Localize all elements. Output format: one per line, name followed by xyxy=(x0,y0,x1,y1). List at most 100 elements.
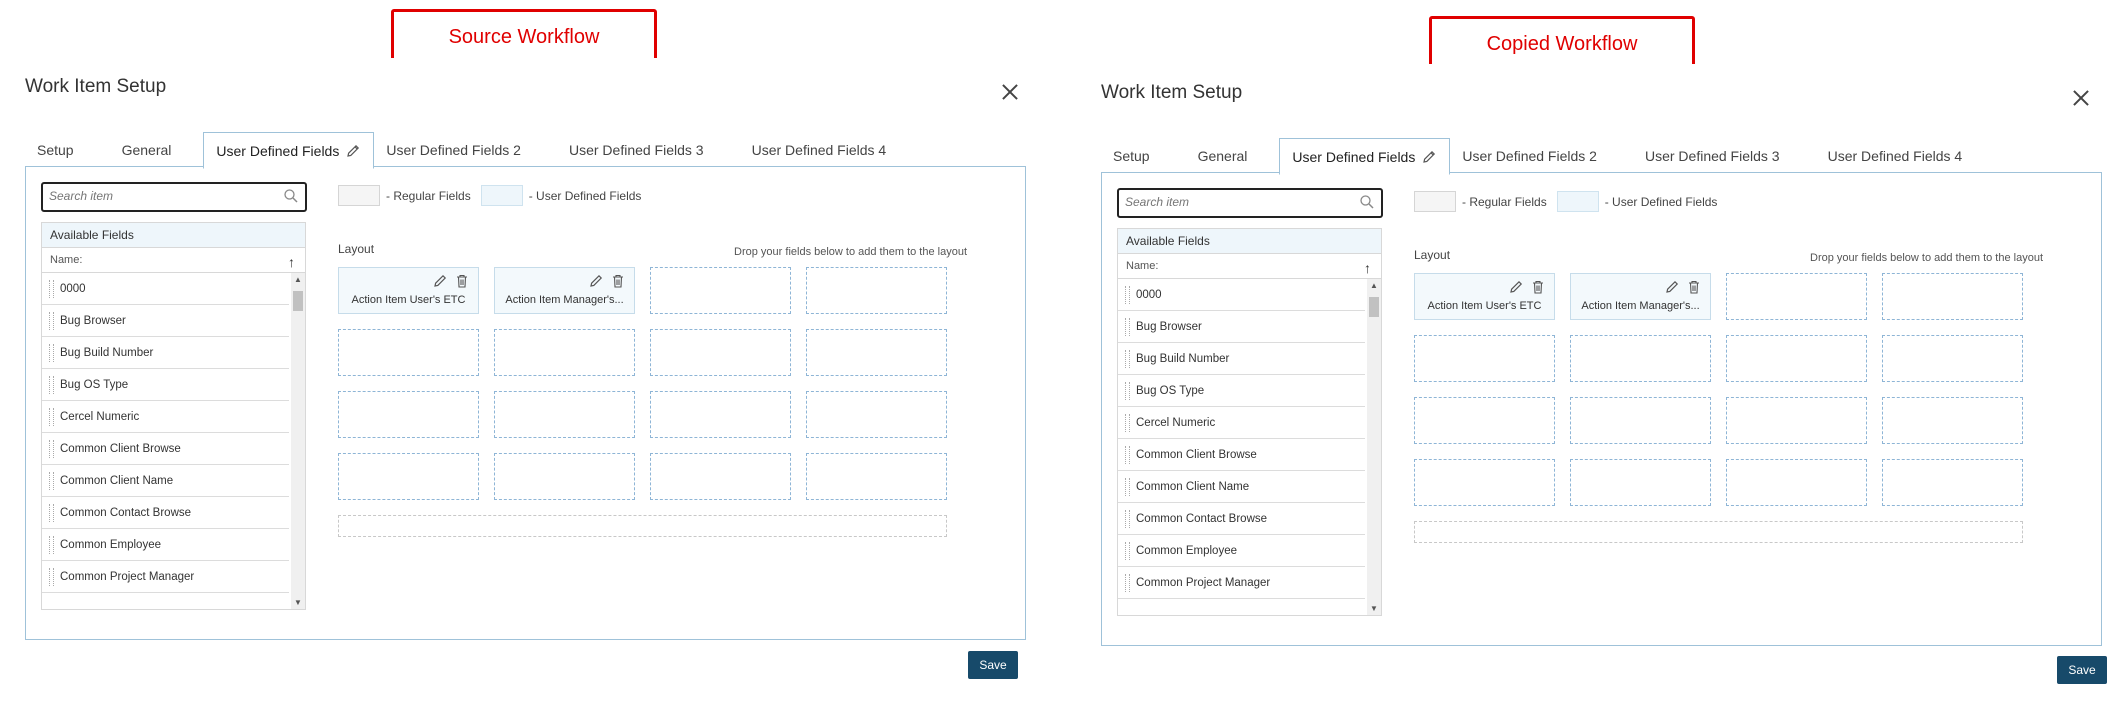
drag-handle-icon[interactable] xyxy=(1125,541,1130,560)
list-item[interactable]: Bug Browser xyxy=(1118,311,1365,343)
pencil-icon[interactable] xyxy=(432,273,448,289)
list-item[interactable]: Common Project Manager xyxy=(1118,567,1365,599)
search-input[interactable] xyxy=(1119,190,1351,214)
layout-drop-slot[interactable] xyxy=(806,391,947,438)
tab-user-defined-fields[interactable]: User Defined Fields xyxy=(1279,138,1451,175)
scroll-down-icon[interactable]: ▼ xyxy=(294,598,302,607)
scrollbar-thumb[interactable] xyxy=(1369,297,1379,317)
layout-drop-slot[interactable] xyxy=(1726,273,1867,320)
pencil-icon[interactable] xyxy=(1421,149,1437,165)
list-item[interactable]: Bug OS Type xyxy=(42,369,289,401)
layout-drop-slot[interactable] xyxy=(1882,397,2023,444)
layout-drop-slot[interactable] xyxy=(1414,397,1555,444)
search-icon[interactable] xyxy=(283,188,299,204)
list-item[interactable]: Common Client Name xyxy=(42,465,289,497)
arrow-up-icon[interactable]: ↑ xyxy=(288,250,295,274)
scrollbar-thumb[interactable] xyxy=(293,291,303,311)
tab-user-defined-fields-4[interactable]: User Defined Fields 4 xyxy=(740,142,899,168)
layout-field-card[interactable]: Action Item Manager's... xyxy=(1570,273,1711,320)
list-item[interactable]: 0000 xyxy=(1118,279,1365,311)
tab-user-defined-fields-2[interactable]: User Defined Fields 2 xyxy=(374,142,533,168)
list-item[interactable]: Common Project Manager xyxy=(42,561,289,593)
drag-handle-icon[interactable] xyxy=(1125,509,1130,528)
layout-drop-slot[interactable] xyxy=(338,453,479,500)
drag-handle-icon[interactable] xyxy=(49,535,54,554)
drag-handle-icon[interactable] xyxy=(1125,413,1130,432)
list-item[interactable]: Bug Build Number xyxy=(42,337,289,369)
layout-drop-slot[interactable] xyxy=(1882,335,2023,382)
layout-drop-slot[interactable] xyxy=(806,267,947,314)
list-item[interactable]: Bug OS Type xyxy=(1118,375,1365,407)
tab-general[interactable]: General xyxy=(110,142,184,168)
scroll-up-icon[interactable]: ▲ xyxy=(1370,281,1378,290)
drag-handle-icon[interactable] xyxy=(49,567,54,586)
layout-drop-slot[interactable] xyxy=(650,329,791,376)
trash-icon[interactable] xyxy=(1686,279,1702,295)
drag-handle-icon[interactable] xyxy=(49,343,54,362)
list-item[interactable]: Common Contact Browse xyxy=(42,497,289,529)
tab-user-defined-fields-2[interactable]: User Defined Fields 2 xyxy=(1450,148,1609,174)
drag-handle-icon[interactable] xyxy=(1125,317,1130,336)
close-icon[interactable] xyxy=(1000,82,1020,102)
trash-icon[interactable] xyxy=(610,273,626,289)
drag-handle-icon[interactable] xyxy=(1125,573,1130,592)
tab-user-defined-fields-3[interactable]: User Defined Fields 3 xyxy=(557,142,716,168)
layout-drop-slot[interactable] xyxy=(650,267,791,314)
list-item[interactable]: 0000 xyxy=(42,273,289,305)
layout-drop-slot[interactable] xyxy=(1726,397,1867,444)
tab-user-defined-fields[interactable]: User Defined Fields xyxy=(203,132,375,169)
pencil-icon[interactable] xyxy=(1664,279,1680,295)
list-item[interactable]: Common Employee xyxy=(42,529,289,561)
drag-handle-icon[interactable] xyxy=(49,503,54,522)
save-button[interactable]: Save xyxy=(968,651,1018,679)
drag-handle-icon[interactable] xyxy=(49,471,54,490)
scroll-up-icon[interactable]: ▲ xyxy=(294,275,302,284)
layout-drop-slot[interactable] xyxy=(1726,335,1867,382)
layout-drop-slot[interactable] xyxy=(1882,273,2023,320)
pencil-icon[interactable] xyxy=(345,143,361,159)
layout-field-card[interactable]: Action Item Manager's... xyxy=(494,267,635,314)
search-icon[interactable] xyxy=(1359,194,1375,210)
drag-handle-icon[interactable] xyxy=(49,279,54,298)
list-item[interactable]: Bug Browser xyxy=(42,305,289,337)
list-scrollbar[interactable]: ▲ ▼ xyxy=(1367,279,1381,615)
trash-icon[interactable] xyxy=(1530,279,1546,295)
list-scrollbar[interactable]: ▲ ▼ xyxy=(291,273,305,609)
save-button[interactable]: Save xyxy=(2057,656,2107,684)
drag-handle-icon[interactable] xyxy=(49,439,54,458)
list-item[interactable]: Cercel Numeric xyxy=(1118,407,1365,439)
layout-drop-slot[interactable] xyxy=(494,329,635,376)
drag-handle-icon[interactable] xyxy=(49,375,54,394)
drag-handle-icon[interactable] xyxy=(1125,285,1130,304)
layout-field-card[interactable]: Action Item User's ETC xyxy=(338,267,479,314)
drag-handle-icon[interactable] xyxy=(49,407,54,426)
drag-handle-icon[interactable] xyxy=(49,311,54,330)
layout-drop-slot[interactable] xyxy=(338,329,479,376)
layout-drop-slot[interactable] xyxy=(494,391,635,438)
layout-drop-slot[interactable] xyxy=(806,453,947,500)
search-input[interactable] xyxy=(43,184,275,208)
arrow-up-icon[interactable]: ↑ xyxy=(1364,256,1371,280)
layout-drop-slot[interactable] xyxy=(1570,459,1711,506)
layout-drop-slot[interactable] xyxy=(1570,335,1711,382)
tab-setup[interactable]: Setup xyxy=(1101,148,1162,174)
layout-drop-slot[interactable] xyxy=(338,391,479,438)
drag-handle-icon[interactable] xyxy=(1125,381,1130,400)
drag-handle-icon[interactable] xyxy=(1125,477,1130,496)
list-item[interactable]: Common Client Name xyxy=(1118,471,1365,503)
list-item[interactable]: Common Client Browse xyxy=(42,433,289,465)
layout-full-width-slot[interactable] xyxy=(338,515,947,537)
pencil-icon[interactable] xyxy=(1508,279,1524,295)
pencil-icon[interactable] xyxy=(588,273,604,289)
list-item[interactable]: Common Contact Browse xyxy=(1118,503,1365,535)
layout-drop-slot[interactable] xyxy=(650,453,791,500)
layout-drop-slot[interactable] xyxy=(494,453,635,500)
tab-user-defined-fields-3[interactable]: User Defined Fields 3 xyxy=(1633,148,1792,174)
close-icon[interactable] xyxy=(2071,88,2091,108)
list-item[interactable]: Cercel Numeric xyxy=(42,401,289,433)
tab-setup[interactable]: Setup xyxy=(25,142,86,168)
layout-drop-slot[interactable] xyxy=(1570,397,1711,444)
drag-handle-icon[interactable] xyxy=(1125,349,1130,368)
drag-handle-icon[interactable] xyxy=(1125,445,1130,464)
list-item[interactable]: Bug Build Number xyxy=(1118,343,1365,375)
